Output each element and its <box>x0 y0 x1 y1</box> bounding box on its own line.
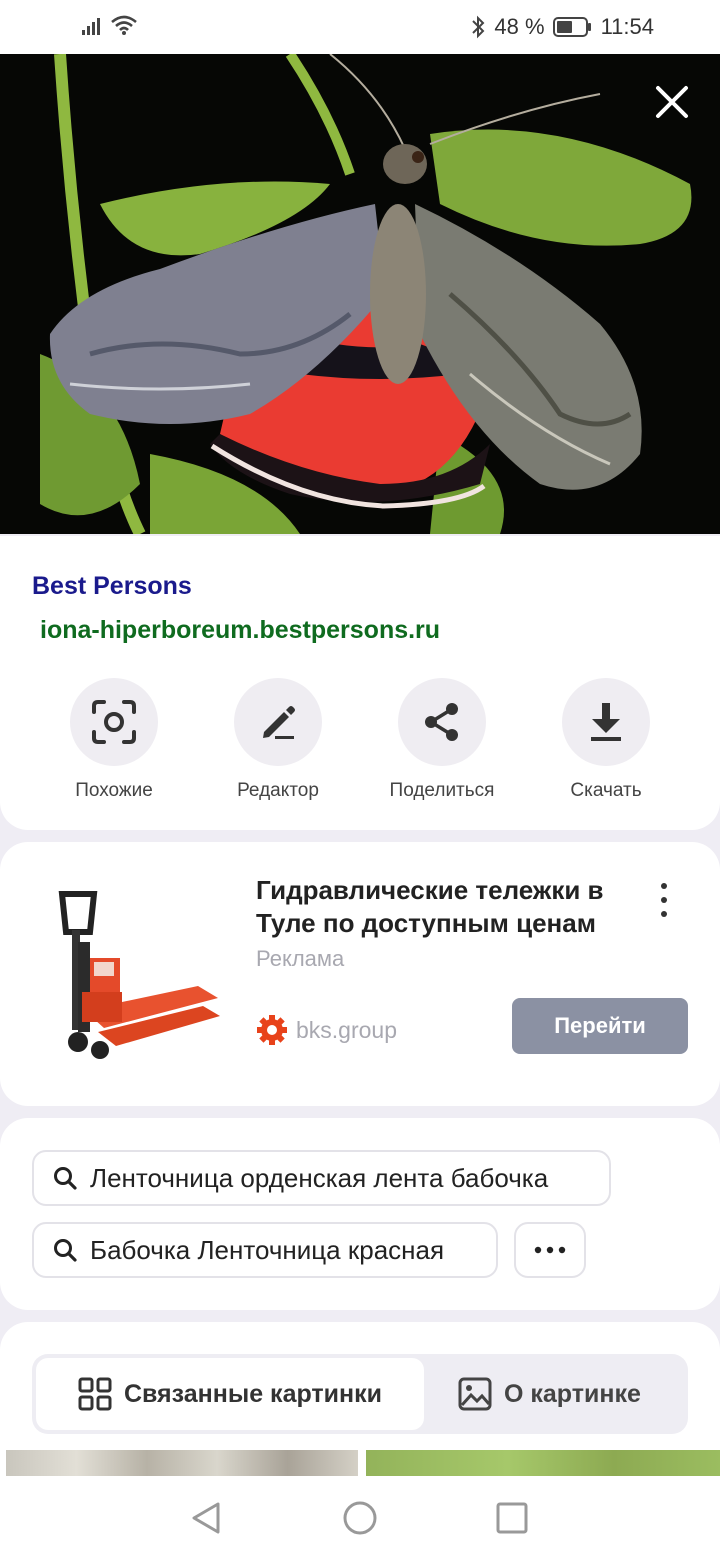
editor-button[interactable]: Редактор <box>203 678 353 802</box>
status-right: 48 % 11:54 <box>470 14 654 40</box>
close-icon[interactable] <box>652 82 692 122</box>
tab-about-image[interactable]: О картинке <box>458 1358 684 1430</box>
related-image-thumbnail[interactable] <box>366 1450 720 1476</box>
signal-icon <box>82 18 100 35</box>
image-info-card: Best Persons iona-hiperboreum.bestperson… <box>0 536 720 830</box>
download-icon <box>591 703 621 741</box>
search-icon <box>54 1239 77 1262</box>
pallet-truck-image <box>38 882 228 1072</box>
related-search-text: Ленточница орденская лента бабочка <box>90 1162 549 1193</box>
status-bar: 48 % 11:54 <box>0 0 720 54</box>
ad-card[interactable]: Гидравлические тележки в Туле по доступн… <box>0 842 720 1106</box>
related-images-strip <box>0 1450 720 1476</box>
ad-label: Реклама <box>256 946 345 971</box>
lens-scan-icon <box>92 700 136 744</box>
editor-label: Редактор <box>237 780 319 801</box>
image-icon <box>458 1377 492 1411</box>
similar-button[interactable]: Похожие <box>39 678 189 802</box>
related-search-text: Бабочка Ленточница красная <box>90 1234 445 1265</box>
share-label: Поделиться <box>389 780 495 801</box>
tab-related-images[interactable]: Связанные картинки <box>36 1358 424 1430</box>
ad-title[interactable]: Гидравлические тележки в Туле по доступн… <box>256 874 656 940</box>
home-icon[interactable] <box>340 1498 380 1538</box>
share-button[interactable]: Поделиться <box>367 678 517 802</box>
download-button[interactable]: Скачать <box>531 678 681 802</box>
grid-icon <box>78 1377 112 1411</box>
gear-icon <box>257 1015 287 1045</box>
tab-about-image-label: О картинке <box>504 1379 641 1408</box>
battery-percent: 48 % <box>494 14 545 39</box>
similar-button-circle[interactable] <box>70 678 158 766</box>
clock: 11:54 <box>600 14 654 39</box>
navigation-bar <box>0 1476 720 1560</box>
source-url[interactable]: iona-hiperboreum.bestpersons.ru <box>40 616 440 645</box>
share-icon <box>425 703 458 741</box>
related-search-chip[interactable]: Бабочка Ленточница красная <box>32 1222 498 1278</box>
more-searches-button[interactable] <box>514 1222 586 1278</box>
screen: 48 % 11:54 Best Persons iona-hiperboreum… <box>0 0 720 1560</box>
wifi-icon <box>111 15 137 35</box>
related-image-thumbnail[interactable] <box>6 1450 358 1476</box>
more-vertical-icon[interactable] <box>650 880 678 920</box>
moth-photo <box>0 54 720 534</box>
battery-icon <box>552 17 591 37</box>
search-icon <box>54 1167 77 1190</box>
related-searches-card: Ленточница орденская лента бабочка Бабоч… <box>0 1118 720 1310</box>
tab-bar: Связанные картинки О картинке <box>32 1354 688 1434</box>
download-label: Скачать <box>570 780 642 801</box>
ad-domain: bks.group <box>296 1016 398 1043</box>
ad-domain-row[interactable]: bks.group <box>256 1014 397 1046</box>
similar-label: Похожие <box>75 780 153 801</box>
pencil-icon <box>263 706 295 739</box>
editor-button-circle[interactable] <box>234 678 322 766</box>
tab-related-images-label: Связанные картинки <box>123 1379 383 1408</box>
recents-icon[interactable] <box>492 1498 532 1538</box>
bluetooth-icon <box>472 15 485 39</box>
related-search-chip[interactable]: Ленточница орденская лента бабочка <box>32 1150 611 1206</box>
more-horizontal-icon <box>534 1246 566 1254</box>
back-icon[interactable] <box>186 1498 226 1538</box>
download-button-circle[interactable] <box>562 678 650 766</box>
actions-row: Похожие Редактор Поделиться Скачать <box>0 678 720 808</box>
status-left <box>80 14 138 36</box>
share-button-circle[interactable] <box>398 678 486 766</box>
source-name[interactable]: Best Persons <box>32 572 192 601</box>
main-image[interactable] <box>0 54 720 534</box>
ad-go-button[interactable]: Перейти <box>512 998 688 1054</box>
